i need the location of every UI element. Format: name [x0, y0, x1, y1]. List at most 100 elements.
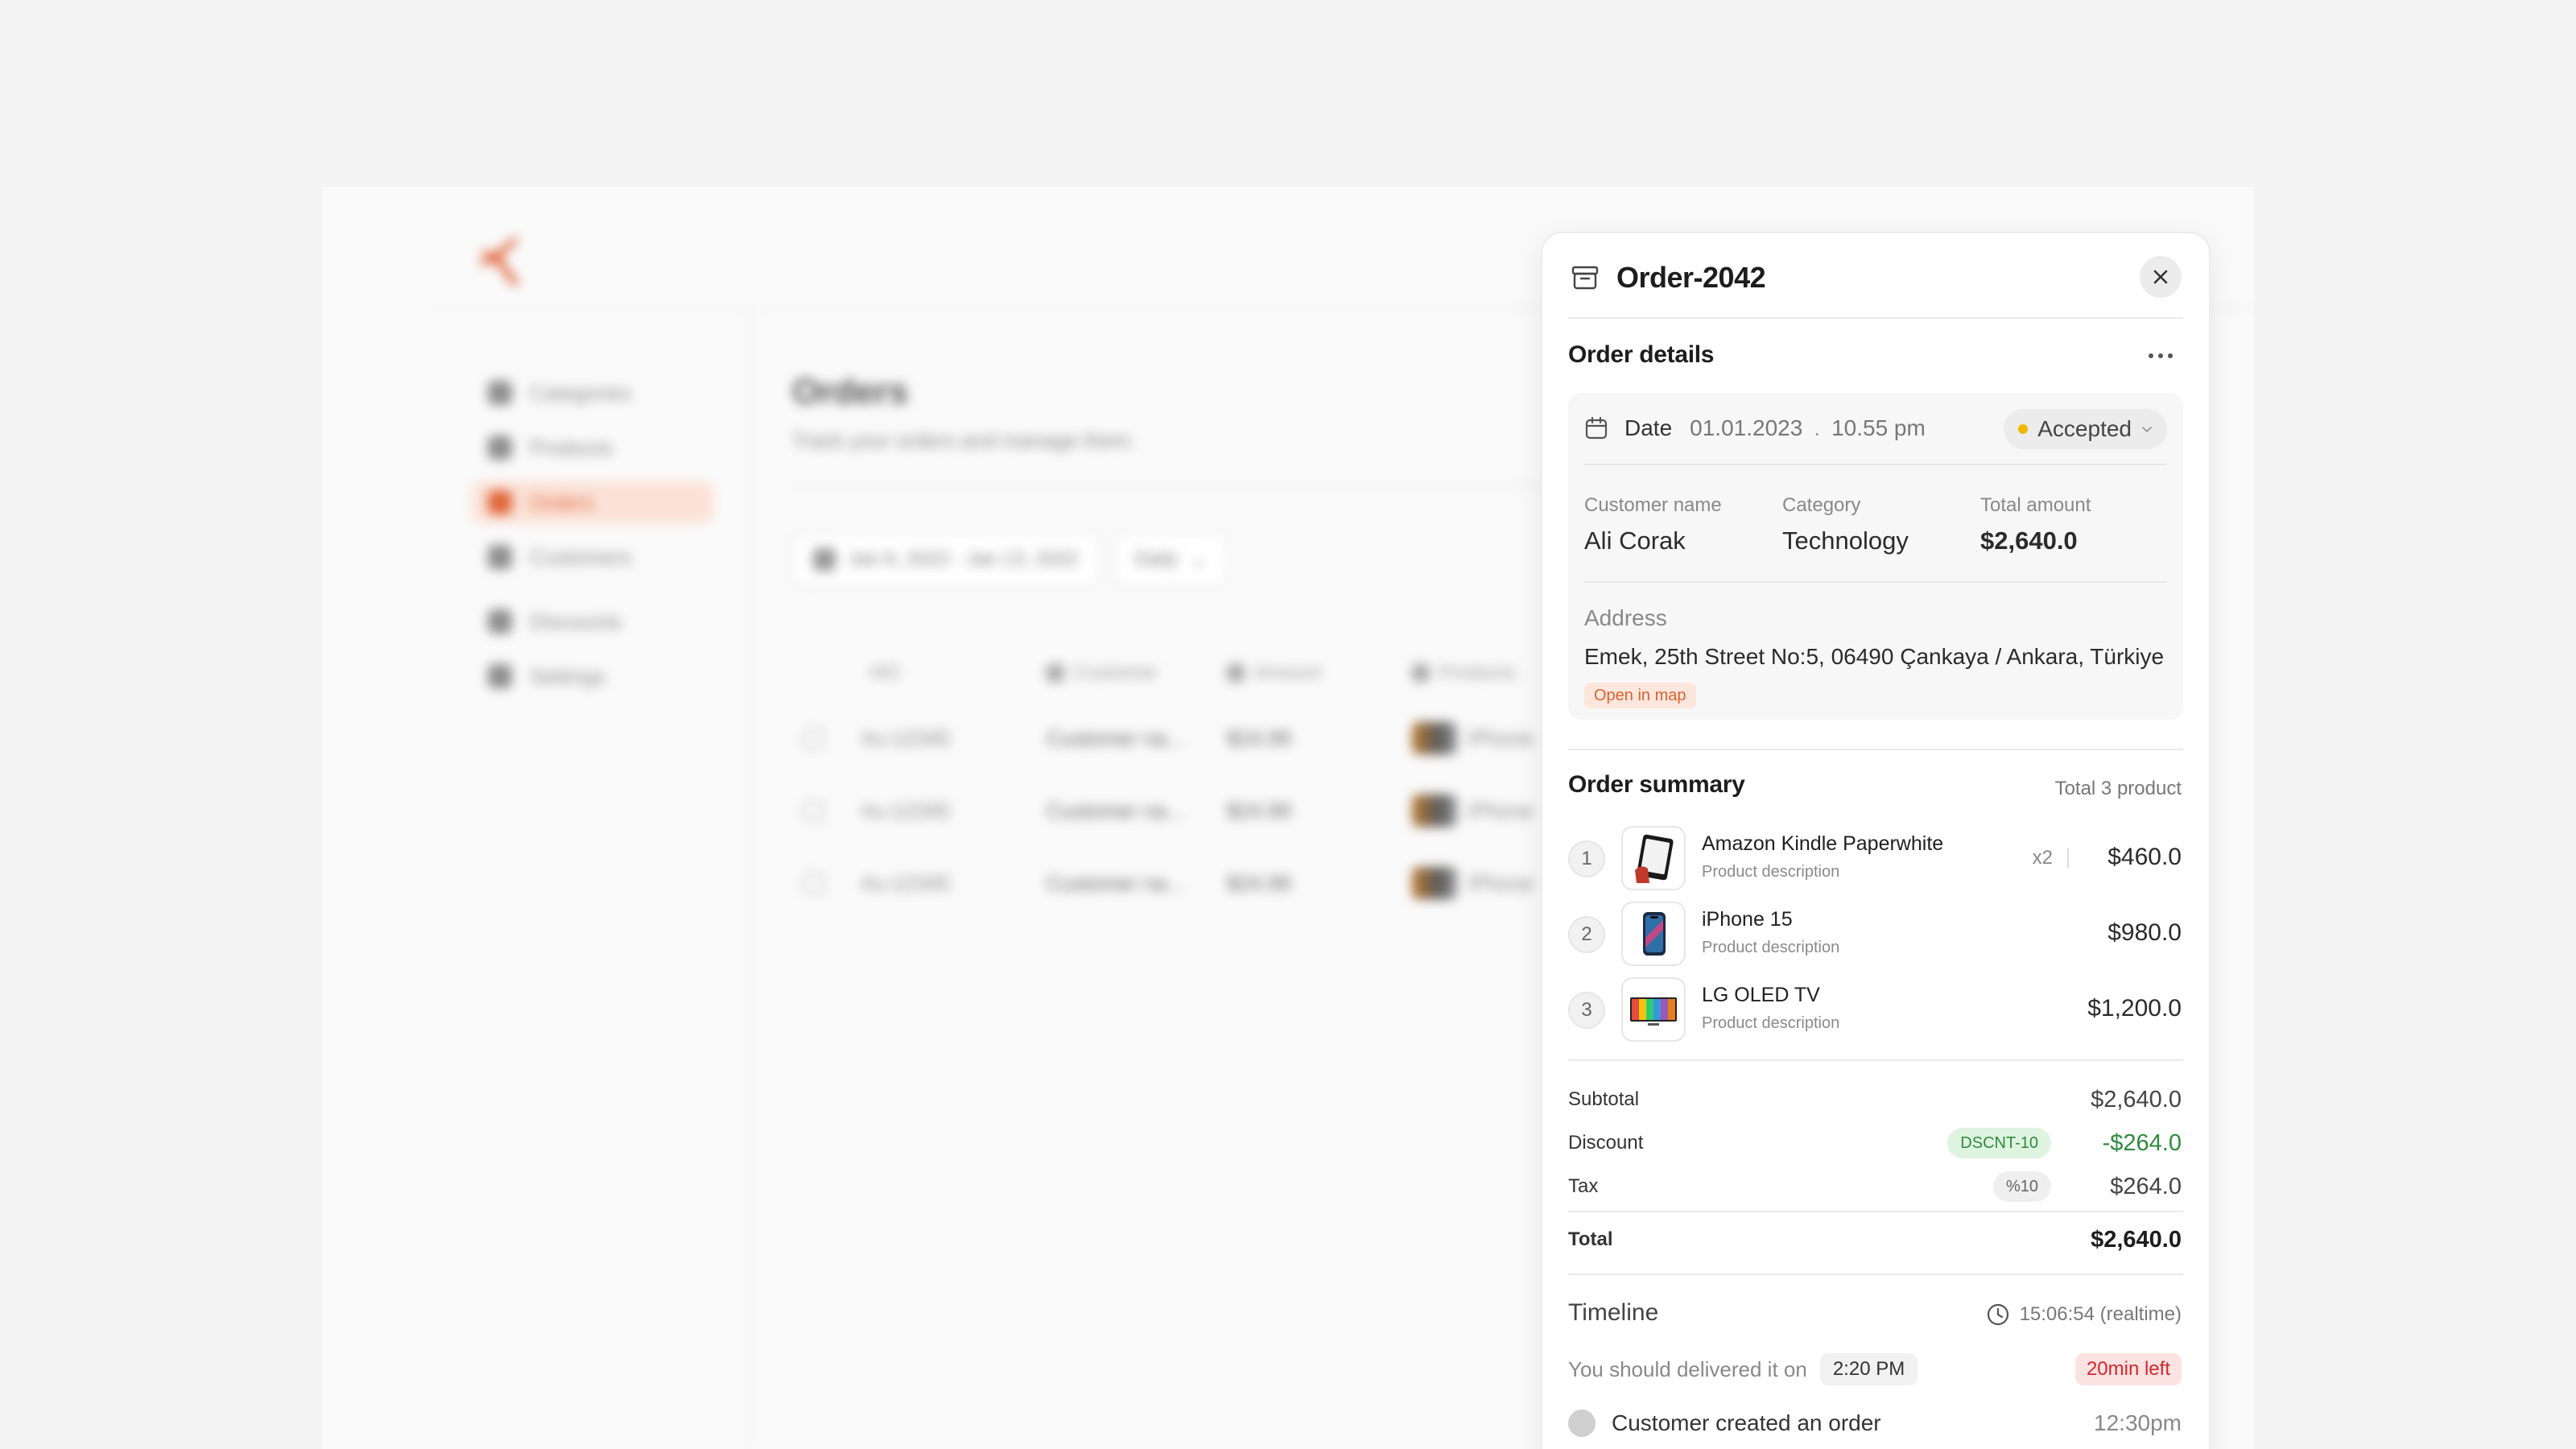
category-info: Category Technology: [1782, 494, 1909, 555]
product-index: 2: [1568, 916, 1605, 953]
date-range-filter[interactable]: Jan 6, 2022 - Jan 13, 2022: [792, 533, 1100, 586]
sidebar-item-settings[interactable]: Settings: [472, 655, 713, 697]
sidebar-item-categories[interactable]: Categories: [472, 372, 713, 414]
section-divider: [1568, 1274, 2183, 1275]
product-name: iPhone: [1468, 870, 1534, 895]
customer-name: Customer na...: [1046, 798, 1184, 823]
sidebar-item-label: Settings: [530, 663, 605, 688]
column-header-products[interactable]: Products: [1412, 662, 1516, 684]
column-header-id[interactable]: #ID: [869, 662, 899, 684]
product-thumbnail: [1621, 977, 1686, 1042]
total-amount-value: $2,640.0: [1980, 526, 2078, 555]
more-dots-icon: [2158, 353, 2163, 358]
order-id: #u-12345: [861, 798, 950, 823]
close-icon: [2153, 270, 2168, 284]
sidebar-item-customers[interactable]: Customers: [472, 536, 713, 578]
address-label: Address: [1584, 605, 1667, 630]
period-filter[interactable]: Daily ⌄: [1114, 533, 1228, 586]
sidebar-nav: Categories Products Orders Customers Dis…: [472, 372, 713, 710]
event-text: Customer created an order: [1612, 1410, 1881, 1435]
category-value: Technology: [1782, 526, 1909, 555]
product-price: $460.0: [2107, 844, 2182, 870]
row-checkbox[interactable]: [803, 873, 824, 894]
row-checkbox[interactable]: [803, 800, 824, 821]
product-name: Amazon Kindle Paperwhite: [1702, 832, 1944, 855]
chevron-down-icon: ⌄: [1191, 548, 1208, 571]
products-icon: [1412, 664, 1430, 682]
order-amount: $24.99: [1227, 725, 1291, 750]
total-label: Total: [1568, 1228, 1613, 1250]
product-index: 1: [1568, 840, 1605, 877]
status-dot: [2018, 424, 2029, 434]
total-amount-info: Total amount $2,640.0: [1980, 494, 2091, 555]
delivery-row: You should delivered it on 2:20 PM 20min…: [1568, 1351, 2182, 1388]
product-price: $1,200.0: [2087, 995, 2182, 1022]
open-in-map-link[interactable]: Open in map: [1584, 683, 1696, 708]
address-value: Emek, 25th Street No:5, 06490 Çankaya / …: [1584, 644, 2165, 669]
more-dots-icon: [2168, 353, 2173, 358]
status-dropdown[interactable]: Accepted: [2004, 409, 2167, 449]
calendar-icon: [813, 548, 836, 571]
sidebar-divider: [749, 308, 750, 1449]
column-label: #ID: [869, 662, 900, 683]
product-price: $980.0: [2107, 919, 2182, 946]
product-thumbnail: [1412, 795, 1457, 827]
tax-rate-badge: %10: [1992, 1171, 2051, 1202]
date-label: Date: [1624, 415, 1673, 440]
sidebar-item-orders[interactable]: Orders: [472, 481, 713, 523]
order-amount: $24.99: [1227, 870, 1291, 895]
product-row[interactable]: 2 iPhone 15 Product description $980.0: [1568, 900, 2182, 968]
column-header-customer[interactable]: Customer: [1046, 662, 1158, 684]
row-checkbox[interactable]: [803, 728, 824, 749]
product-name: iPhone: [1468, 725, 1534, 750]
sidebar-item-discounts[interactable]: Discounts: [472, 601, 713, 642]
tax-value: $264.0: [2110, 1173, 2182, 1199]
settings-icon: [488, 664, 512, 688]
product-name: iPhone 15: [1702, 908, 1793, 931]
product-index: 3: [1568, 992, 1605, 1029]
total-row: Total $2,640.0: [1568, 1224, 2182, 1256]
product-quantity: x2: [2032, 847, 2053, 869]
close-button[interactable]: [2140, 256, 2182, 298]
date-row: Date 01.01.2023 . 10.55 pm Accepted: [1584, 406, 2167, 451]
subtotal-row: Subtotal $2,640.0: [1568, 1084, 2182, 1116]
discount-value: -$264.0: [2102, 1129, 2182, 1156]
sidebar-item-products[interactable]: Products: [472, 427, 713, 469]
brand-logo: [477, 238, 520, 285]
product-row[interactable]: 1 Amazon Kindle Paperwhite Product descr…: [1568, 824, 2182, 892]
header-divider: [1568, 317, 2183, 319]
tax-label: Tax: [1568, 1175, 1599, 1197]
order-id: #u-12345: [861, 870, 950, 895]
column-header-amount[interactable]: Amount: [1227, 662, 1321, 684]
date-range-label: Jan 6, 2022 - Jan 13, 2022: [848, 548, 1079, 570]
card-divider: [1584, 581, 2167, 583]
box-icon: [1571, 266, 1599, 290]
product-thumbnail: [1412, 867, 1457, 899]
discounts-icon: [488, 609, 512, 634]
order-details-title: Order details: [1568, 341, 1715, 368]
discount-row: Discount DSCNT-10 -$264.0: [1568, 1127, 2182, 1159]
order-amount: $24.99: [1227, 798, 1291, 823]
iphone-icon: [1643, 912, 1666, 956]
product-description: Product description: [1702, 1014, 1840, 1032]
order-drawer: Order-2042 Order details Date 01.01.2023…: [1541, 232, 2211, 1449]
realtime-label: 15:06:54 (realtime): [2019, 1303, 2182, 1325]
timeline-event: Customer created an order 12:30pm: [1568, 1404, 2182, 1443]
date-separator: .: [1814, 415, 1821, 440]
product-thumbnail: [1621, 902, 1686, 966]
period-label: Daily: [1135, 548, 1179, 570]
product-row[interactable]: 3 LG OLED TV Product description $1,200.…: [1568, 976, 2182, 1043]
delivery-text: You should delivered it on: [1568, 1356, 1807, 1381]
customer-info: Customer name Ali Corak: [1584, 494, 1722, 555]
quantity-divider: [2067, 848, 2069, 868]
customer-icon: [1046, 664, 1064, 682]
realtime-clock: 15:06:54 (realtime): [1986, 1302, 2182, 1327]
subtotal-value: $2,640.0: [2091, 1086, 2182, 1113]
column-label: Customer: [1074, 662, 1158, 683]
totals-divider: [1568, 1211, 2183, 1212]
orders-icon: [488, 490, 512, 514]
product-thumbnail: [1621, 826, 1686, 890]
more-options-button[interactable]: [2145, 348, 2177, 364]
event-time: 12:30pm: [2094, 1410, 2182, 1435]
customer-name: Customer na...: [1046, 725, 1184, 750]
